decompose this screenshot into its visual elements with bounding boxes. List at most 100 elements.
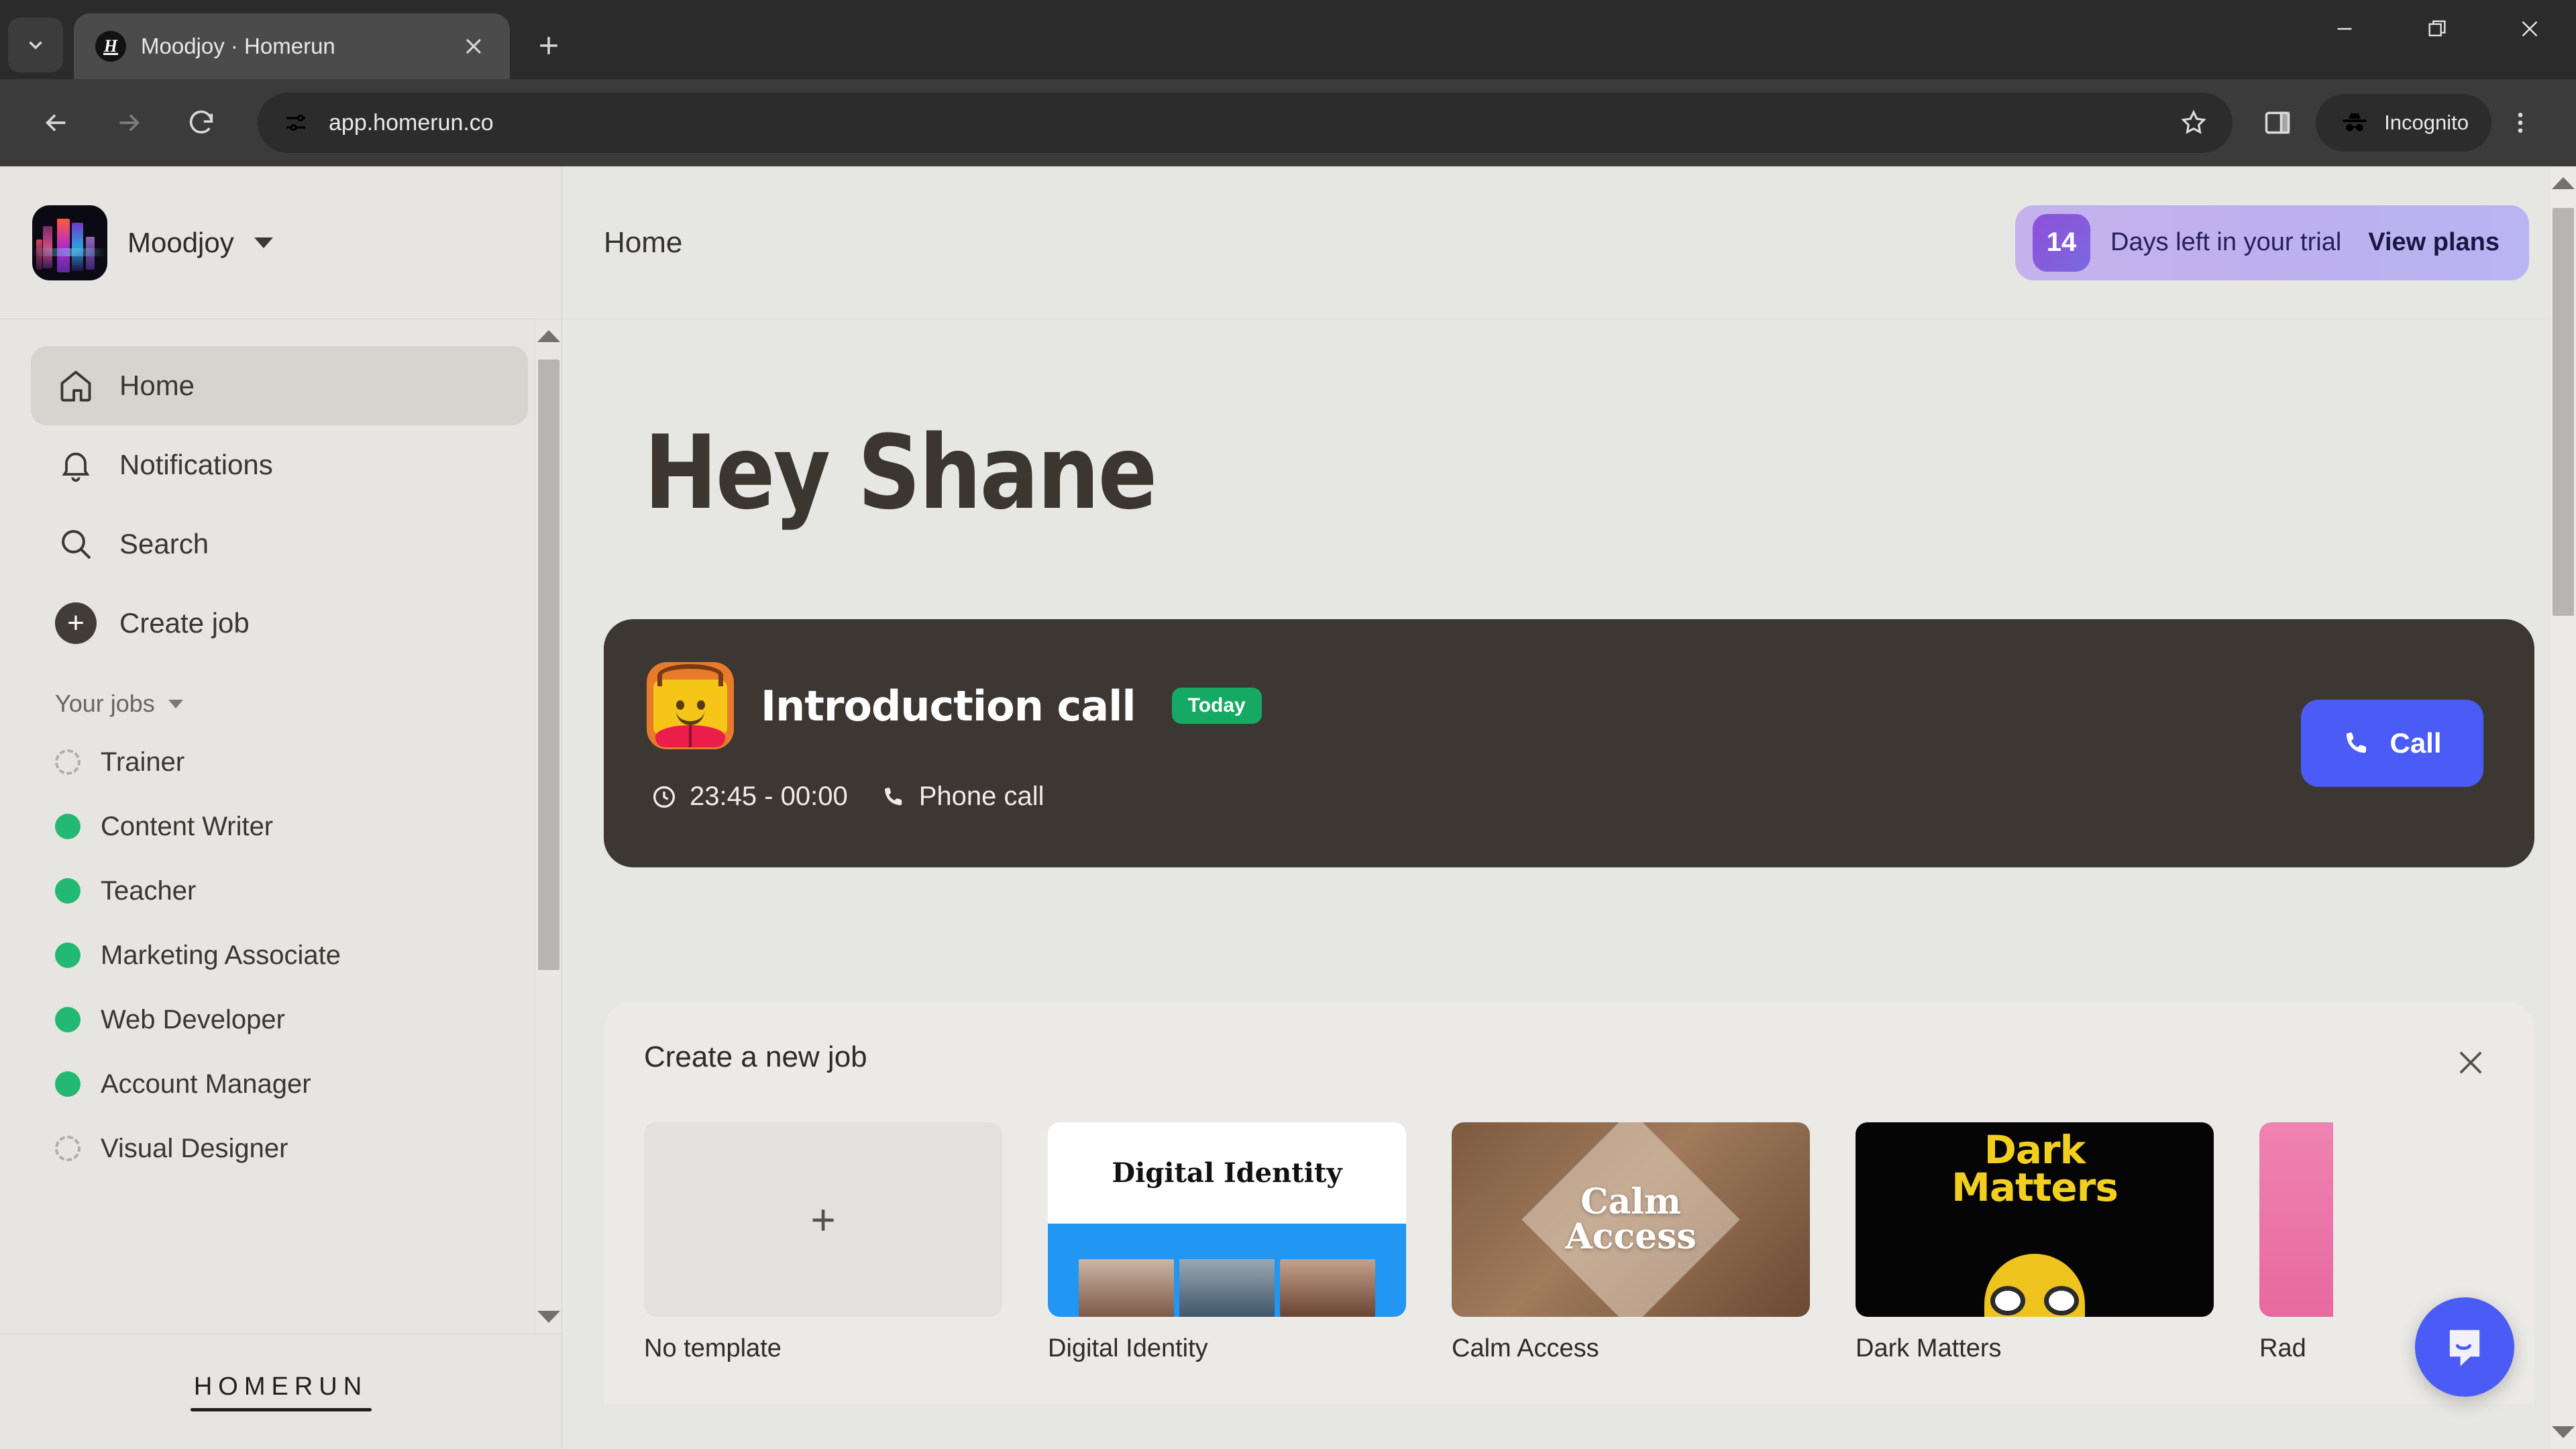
template-card-digital-identity[interactable]: Digital Identity Digital Identity (1048, 1122, 1406, 1363)
event-heading-row: Introduction call Today (647, 662, 2483, 749)
close-tab-button[interactable] (455, 28, 492, 65)
side-panel-icon (2265, 111, 2290, 134)
template-art-line1: Dark (1984, 1127, 2086, 1173)
view-plans-link[interactable]: View plans (2368, 228, 2500, 257)
tab-title: Moodjoy · Homerun (141, 34, 335, 58)
search-icon (55, 523, 97, 565)
side-panel-button[interactable] (2249, 94, 2306, 152)
sidebar-job-content-writer[interactable]: Content Writer (31, 794, 528, 859)
page-settings-icon[interactable] (282, 109, 310, 137)
template-art-line2: Access (1565, 1216, 1697, 1257)
forward-button[interactable] (93, 87, 165, 159)
bookmark-button[interactable] (2168, 97, 2219, 148)
arrow-right-icon (119, 114, 140, 131)
phone-icon (2347, 732, 2367, 753)
breadcrumb: Home (604, 225, 683, 259)
sidebar-scrollbar[interactable] (535, 319, 561, 1334)
sidebar-job-account-manager[interactable]: Account Manager (31, 1052, 528, 1116)
job-label: Teacher (101, 875, 197, 906)
browser-toolbar: app.homerun.co Incognito (0, 79, 2576, 166)
template-card-radiant[interactable]: Rad (2259, 1122, 2333, 1363)
template-card-calm-access[interactable]: Calm Access Calm Access (1452, 1122, 1810, 1363)
sidebar-item-home[interactable]: Home (31, 346, 528, 425)
trial-banner[interactable]: 14 Days left in your trial View plans (2015, 205, 2529, 280)
back-button[interactable] (20, 87, 93, 159)
sidebar-job-teacher[interactable]: Teacher (31, 859, 528, 923)
incognito-icon (2343, 113, 2367, 131)
new-tab-button[interactable] (525, 21, 573, 70)
intercom-launcher-button[interactable] (2415, 1297, 2514, 1397)
sidebar-item-search[interactable]: Search (31, 504, 528, 584)
status-dot-draft (55, 749, 80, 775)
close-icon (466, 38, 482, 54)
main-scrollbar[interactable] (2549, 166, 2576, 1449)
event-title: Introduction call (761, 681, 1136, 731)
incognito-indicator[interactable]: Incognito (2316, 94, 2491, 152)
close-icon (2459, 1051, 2482, 1074)
restore-icon (2428, 20, 2446, 37)
create-job-panel: Create a new job + No template Digital I… (604, 1002, 2534, 1404)
maximize-button[interactable] (2391, 0, 2483, 58)
template-label: Dark Matters (1856, 1334, 2002, 1362)
incognito-label: Incognito (2384, 111, 2469, 134)
chat-bubble-icon (2449, 1330, 2480, 1366)
minimize-button[interactable] (2298, 0, 2391, 58)
sidebar-job-web-developer[interactable]: Web Developer (31, 987, 528, 1052)
event-type: Phone call (881, 782, 1044, 812)
sidebar-item-notifications[interactable]: Notifications (31, 425, 528, 504)
scroll-up-arrow-icon[interactable] (2551, 177, 2575, 189)
trial-days-badge: 14 (2033, 213, 2091, 272)
scroll-down-arrow-icon[interactable] (537, 1311, 560, 1323)
call-button-label: Call (2390, 727, 2442, 759)
clock-icon (653, 786, 676, 808)
browser-tab[interactable]: H Moodjoy · Homerun (74, 13, 510, 79)
status-dot-live (55, 814, 80, 839)
your-jobs-label: Your jobs (55, 690, 155, 717)
job-label: Trainer (101, 747, 185, 777)
home-icon (55, 365, 97, 407)
page-content: Hey Shane Introduction call Today 23:45 … (562, 319, 2576, 1449)
event-time-text: 23:45 - 00:00 (690, 782, 848, 811)
plus-circle-icon: + (55, 602, 97, 644)
upcoming-event-card[interactable]: Introduction call Today 23:45 - 00:00 Ph… (604, 619, 2534, 867)
template-art-line1: Calm (1580, 1181, 1681, 1222)
address-bar[interactable]: app.homerun.co (258, 93, 2233, 153)
sidebar-item-create-job[interactable]: + Create job (31, 584, 528, 663)
homerun-logo: HOMERUN (190, 1373, 372, 1411)
tab-strip: H Moodjoy · Homerun (0, 0, 2576, 79)
template-card-dark-matters[interactable]: Dark Matters Dark Matters (1856, 1122, 2214, 1363)
org-switcher[interactable]: Moodjoy (0, 166, 561, 319)
sidebar-footer: HOMERUN (0, 1334, 561, 1449)
job-label: Web Developer (101, 1004, 285, 1034)
url-text: app.homerun.co (329, 109, 494, 136)
browser-menu-button[interactable] (2491, 94, 2549, 152)
reload-icon (189, 110, 213, 133)
app-root: Moodjoy Home Notifications Search + Crea… (0, 166, 2576, 1449)
scroll-up-arrow-icon[interactable] (537, 330, 560, 342)
template-thumb: Dark Matters (1856, 1122, 2214, 1317)
reload-button[interactable] (165, 87, 237, 159)
sidebar-scrollbar-thumb[interactable] (538, 360, 559, 970)
close-panel-button[interactable] (2449, 1040, 2493, 1085)
your-jobs-header[interactable]: Your jobs (31, 663, 528, 730)
close-window-button[interactable] (2483, 0, 2576, 58)
sidebar-job-trainer[interactable]: Trainer (31, 730, 528, 794)
template-thumb: + (644, 1122, 1002, 1317)
create-job-title: Create a new job (644, 1040, 867, 1073)
main-scrollbar-thumb[interactable] (2553, 208, 2574, 616)
page-header: Home 14 Days left in your trial View pla… (562, 166, 2576, 319)
job-label: Content Writer (101, 811, 274, 841)
template-card-no-template[interactable]: + No template (644, 1122, 1002, 1363)
plus-icon: + (810, 1195, 836, 1244)
chevron-down-icon (29, 41, 42, 50)
call-button[interactable]: Call (2301, 700, 2483, 787)
template-label: Digital Identity (1048, 1334, 1208, 1362)
window-controls (2298, 0, 2576, 79)
sidebar-item-label: Notifications (119, 449, 273, 480)
scroll-down-arrow-icon[interactable] (2551, 1426, 2575, 1438)
sidebar-item-label: Search (119, 528, 209, 559)
template-thumb: Calm Access (1452, 1122, 1810, 1317)
tab-search-button[interactable] (8, 17, 63, 72)
sidebar-job-visual-designer[interactable]: Visual Designer (31, 1116, 528, 1181)
sidebar-job-marketing-associate[interactable]: Marketing Associate (31, 923, 528, 987)
